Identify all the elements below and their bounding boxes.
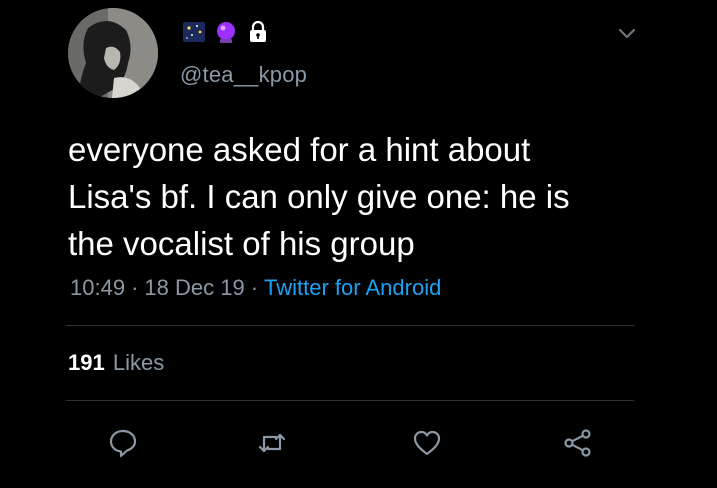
separator: · (131, 275, 139, 300)
tweet-meta: 10:49 · 18 Dec 19 · Twitter for Android (70, 275, 441, 301)
share-icon[interactable] (562, 427, 594, 459)
divider (66, 400, 634, 401)
separator: · (250, 275, 259, 300)
like-icon[interactable] (411, 427, 443, 459)
likes-label: Likes (112, 350, 165, 375)
author-handle[interactable]: @tea__kpop (180, 62, 307, 88)
crystal-ball-emoji (214, 20, 238, 44)
tweet-text: everyone asked for a hint about Lisa's b… (68, 131, 570, 262)
divider (66, 325, 634, 326)
avatar[interactable] (68, 8, 158, 98)
tweet-time: 10:49 (70, 275, 126, 300)
lock-icon (246, 20, 270, 44)
tweet-date: 18 Dec 19 (144, 275, 245, 300)
chevron-down-icon[interactable] (616, 22, 638, 44)
display-name-emojis (182, 20, 270, 44)
retweet-icon[interactable] (256, 427, 288, 459)
reply-icon[interactable] (107, 427, 139, 459)
likes-count: 191 (68, 350, 105, 375)
night-sky-emoji (182, 20, 206, 44)
likes-stat[interactable]: 191 Likes (68, 350, 164, 376)
tweet-source-link[interactable]: Twitter for Android (264, 275, 441, 301)
